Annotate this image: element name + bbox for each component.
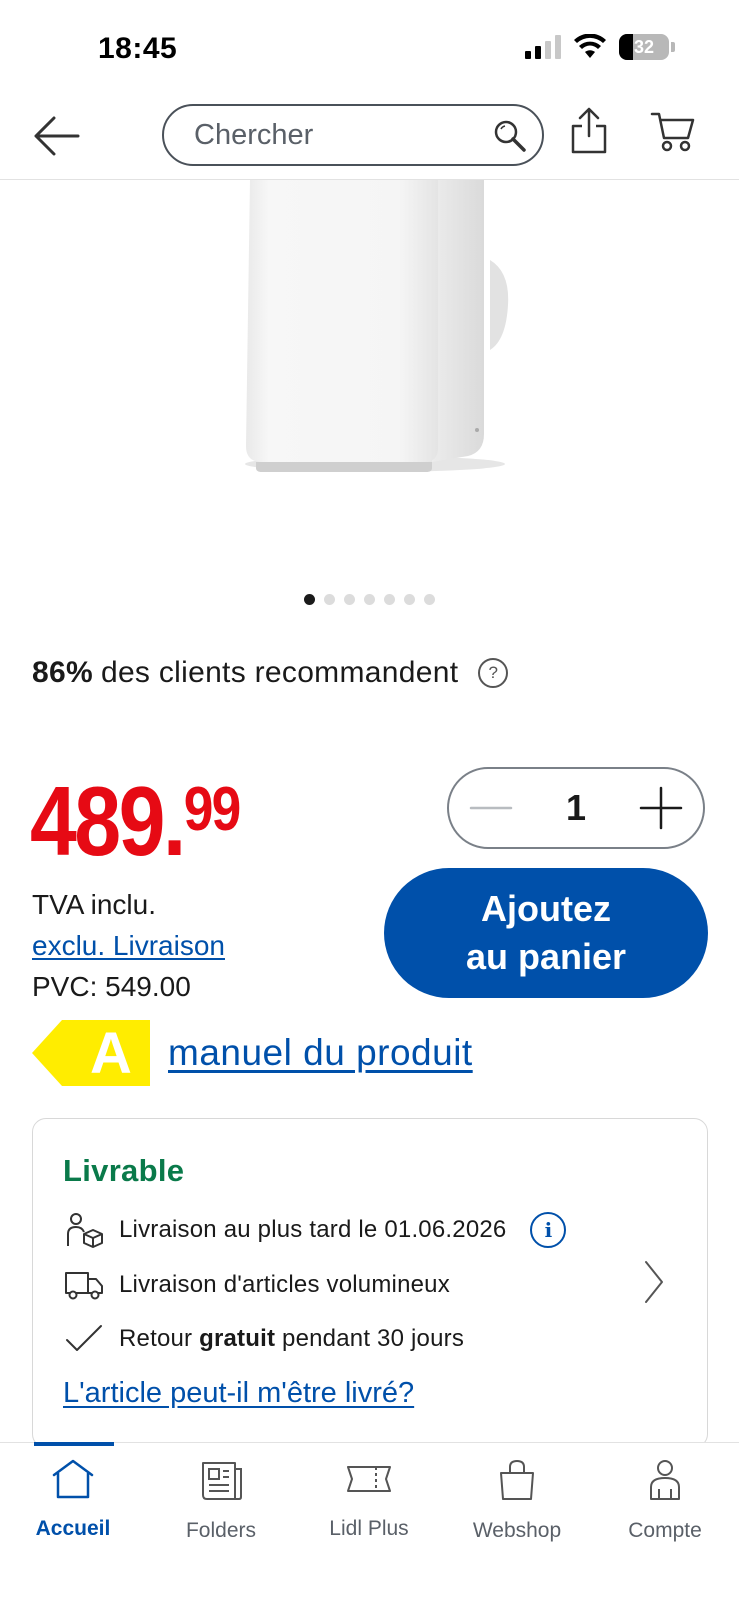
energy-class-letter: A (90, 1021, 132, 1086)
image-carousel-dots[interactable] (0, 594, 739, 605)
air-conditioner-image (245, 180, 509, 472)
home-icon (52, 1459, 94, 1499)
price-cents: 99 (183, 775, 242, 844)
delivery-person-icon (63, 1211, 105, 1249)
status-bar: 18:45 32 (0, 0, 739, 96)
share-button[interactable] (570, 106, 608, 161)
add-to-cart-label-line1: Ajoutez (481, 888, 611, 929)
carousel-dot[interactable] (364, 594, 375, 605)
status-icons: 32 (525, 34, 675, 60)
app-header (0, 96, 739, 180)
minus-icon[interactable] (469, 786, 513, 830)
quantity-stepper[interactable]: 1 (447, 767, 705, 849)
battery-tip (671, 42, 675, 52)
search-input[interactable] (194, 118, 474, 152)
product-image[interactable] (0, 180, 739, 570)
truck-icon (63, 1266, 105, 1304)
add-to-cart-label-line2: au panier (465, 936, 627, 977)
status-time: 18:45 (98, 32, 178, 65)
cellular-signal-icon (525, 35, 561, 59)
carousel-dot[interactable] (304, 594, 315, 605)
product-price: 489.99 (30, 772, 242, 870)
delivery-card[interactable]: Livrable Livraison au plus tard le 01.06… (32, 1118, 708, 1448)
account-icon (650, 1460, 680, 1500)
carousel-dot[interactable] (324, 594, 335, 605)
cart-icon (650, 112, 695, 152)
free-return-row: Retour gratuit pendant 30 jours (63, 1320, 464, 1358)
battery-level: 32 (633, 36, 655, 57)
share-icon (571, 107, 607, 154)
price-main: 489. (30, 766, 186, 876)
plus-icon[interactable] (639, 786, 683, 830)
active-tab-indicator (34, 1442, 114, 1446)
recommendation-rate: 86% des clients recommandent ? (32, 656, 509, 690)
return-suffix: pendant 30 jours (275, 1325, 465, 1352)
back-arrow-icon (34, 116, 80, 156)
search-bar[interactable] (162, 104, 544, 166)
product-manual-link[interactable]: manuel du produit (168, 1032, 473, 1074)
pvc-text: PVC: 549.00 (32, 971, 191, 1002)
carousel-dot[interactable] (424, 594, 435, 605)
bottom-navigation: Accueil Folders Lidl Plus Webshop Compte (0, 1442, 739, 1600)
wifi-icon (574, 34, 606, 58)
quantity-value: 1 (565, 787, 587, 828)
nav-item-webshop[interactable]: Webshop (452, 1457, 582, 1543)
delivery-check-link[interactable]: L'article peut-il m'être livré? (63, 1377, 414, 1410)
latest-delivery-text: Livraison au plus tard le 01.06.2026 (119, 1216, 507, 1243)
add-to-cart-button[interactable]: Ajoutez au panier (384, 868, 708, 998)
recommend-text: des clients recommandent (100, 656, 459, 689)
energy-class-badge[interactable]: A (32, 1020, 150, 1086)
nav-label-accueil: Accueil (35, 1517, 111, 1540)
recommend-percent: 86% (32, 656, 93, 689)
nav-item-folders[interactable]: Folders (156, 1457, 286, 1543)
nav-label-folders: Folders (185, 1519, 257, 1542)
carousel-dot[interactable] (384, 594, 395, 605)
help-icon[interactable]: ? (478, 658, 509, 688)
shopping-bag-icon (500, 1459, 534, 1500)
nav-item-accueil[interactable]: Accueil (8, 1457, 138, 1541)
chevron-right-icon[interactable] (643, 1259, 665, 1305)
search-icon[interactable] (492, 118, 528, 154)
return-bold: gratuit (199, 1325, 276, 1352)
nav-label-lidl-plus: Lidl Plus (329, 1517, 409, 1540)
nav-label-webshop: Webshop (472, 1519, 562, 1542)
ticket-icon (347, 1466, 391, 1492)
info-icon[interactable]: i (530, 1212, 567, 1248)
tva-text: TVA inclu. (32, 889, 156, 920)
latest-delivery-row: Livraison au plus tard le 01.06.2026 i (63, 1211, 567, 1249)
bulky-delivery-text: Livraison d'articles volumineux (119, 1271, 450, 1298)
energy-label-row: A manuel du produit (32, 1020, 473, 1086)
folder-icon (202, 1462, 242, 1500)
battery-icon: 32 (619, 34, 669, 60)
availability-status: Livrable (63, 1153, 185, 1188)
cart-button[interactable] (650, 110, 696, 159)
carousel-dot[interactable] (404, 594, 415, 605)
checkmark-icon (63, 1320, 105, 1358)
nav-label-compte: Compte (628, 1519, 702, 1542)
delivery-cost-link[interactable]: exclu. Livraison (32, 925, 225, 966)
price-details: TVA inclu. exclu. Livraison PVC: 549.00 (32, 884, 225, 1007)
bulky-delivery-row: Livraison d'articles volumineux (63, 1266, 450, 1304)
nav-item-lidl-plus[interactable]: Lidl Plus (304, 1457, 434, 1541)
return-prefix: Retour (119, 1325, 200, 1352)
nav-item-compte[interactable]: Compte (600, 1457, 730, 1543)
back-button[interactable] (28, 108, 84, 164)
carousel-dot[interactable] (344, 594, 355, 605)
